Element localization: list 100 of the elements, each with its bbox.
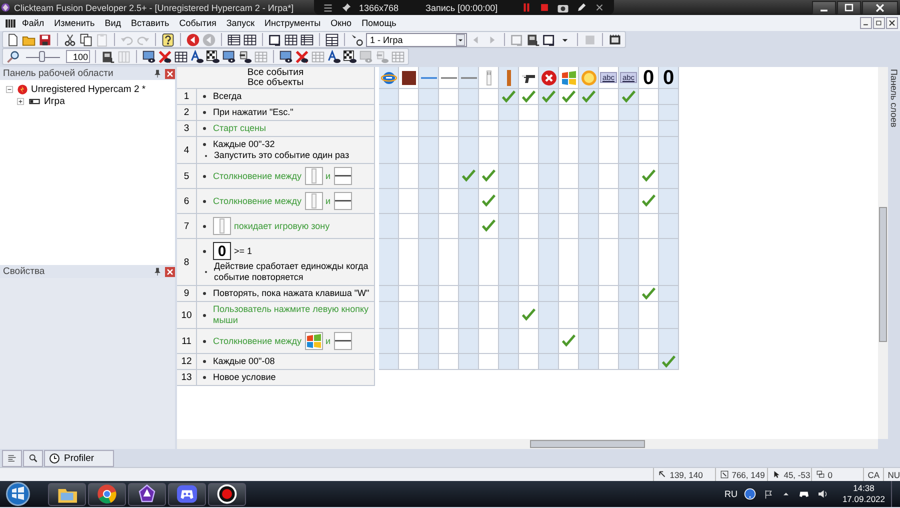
action-cell[interactable]	[519, 214, 539, 239]
action-cell[interactable]	[559, 105, 579, 121]
action-cell[interactable]	[439, 302, 459, 329]
condition-text[interactable]: Действие сработает единожды когда событие повторяется	[214, 261, 371, 283]
clock-time[interactable]: 14:38	[853, 483, 874, 494]
action-cell[interactable]	[539, 302, 559, 329]
monitor-icon[interactable]	[279, 50, 293, 64]
action-cell[interactable]	[539, 354, 559, 370]
pencil-icon[interactable]	[576, 2, 587, 13]
taskbar-button[interactable]	[88, 482, 126, 506]
action-cell[interactable]	[539, 105, 559, 121]
action-cell[interactable]	[439, 105, 459, 121]
slider-thumb[interactable]	[38, 50, 45, 62]
copy-icon[interactable]	[79, 32, 93, 46]
monitor-icon[interactable]	[222, 50, 236, 64]
object-icon[interactable]	[304, 332, 323, 350]
action-cell[interactable]	[639, 105, 659, 121]
condition-text[interactable]: Запустить это событие один раз	[214, 150, 350, 161]
tree-item[interactable]: Игра	[44, 96, 65, 106]
action-cell[interactable]	[599, 105, 619, 121]
layers-panel-tab[interactable]: Панель слоев	[888, 69, 900, 128]
action-cell[interactable]	[419, 121, 439, 137]
action-cell[interactable]	[459, 329, 479, 354]
action-cell[interactable]	[519, 329, 539, 354]
action-cell[interactable]	[459, 239, 479, 286]
action-cell[interactable]	[439, 89, 459, 105]
action-cell[interactable]	[659, 89, 679, 105]
taskbar-button[interactable]	[48, 482, 86, 506]
action-cell[interactable]	[639, 239, 659, 286]
action-cell[interactable]	[559, 137, 579, 164]
window-menu-icon[interactable]	[4, 16, 17, 30]
action-cell[interactable]	[419, 354, 439, 370]
storyboard-icon[interactable]	[101, 50, 115, 64]
action-cell[interactable]	[559, 214, 579, 239]
delete-icon[interactable]	[295, 50, 309, 64]
action-cell[interactable]	[639, 137, 659, 164]
action-cell[interactable]	[579, 189, 599, 214]
action-cell[interactable]	[659, 189, 679, 214]
action-cell[interactable]	[419, 189, 439, 214]
action-cell[interactable]	[459, 286, 479, 302]
action-cell[interactable]	[639, 189, 659, 214]
action-cell[interactable]	[559, 329, 579, 354]
frame-dropdown[interactable]: 1 - Игра	[366, 32, 467, 46]
monitor-icon[interactable]	[142, 50, 156, 64]
action-cell[interactable]	[659, 164, 679, 189]
storyboard-icon[interactable]	[526, 32, 540, 46]
taskbar-button[interactable]	[168, 482, 206, 506]
action-cell[interactable]	[419, 329, 439, 354]
action-cell[interactable]	[459, 354, 479, 370]
action-cell[interactable]	[459, 189, 479, 214]
object-icon[interactable]	[334, 192, 352, 210]
expand-icon[interactable]	[16, 96, 25, 106]
action-cell[interactable]	[379, 286, 399, 302]
action-cell[interactable]	[499, 354, 519, 370]
action-cell[interactable]	[479, 302, 499, 329]
menu-item[interactable]: Запуск	[221, 18, 260, 28]
action-cell[interactable]	[499, 239, 519, 286]
action-cell[interactable]	[579, 354, 599, 370]
action-cell[interactable]	[599, 302, 619, 329]
action-cell[interactable]	[499, 189, 519, 214]
action-cell[interactable]	[639, 121, 659, 137]
menu-item[interactable]: Вид	[100, 18, 126, 28]
action-cell[interactable]	[519, 354, 539, 370]
vertical-scrollbar[interactable]	[878, 67, 888, 439]
grid-icon[interactable]	[243, 32, 257, 46]
action-cell[interactable]	[539, 239, 559, 286]
action-cell[interactable]	[539, 329, 559, 354]
action-cell[interactable]	[559, 239, 579, 286]
action-cell[interactable]	[499, 329, 519, 354]
action-cell[interactable]	[599, 354, 619, 370]
arrow-icon[interactable]	[238, 50, 252, 64]
action-cell[interactable]	[619, 329, 639, 354]
action-cell[interactable]	[499, 137, 519, 164]
action-cell[interactable]	[379, 302, 399, 329]
action-cell[interactable]	[579, 239, 599, 286]
action-cell[interactable]	[499, 121, 519, 137]
action-cell[interactable]	[439, 214, 459, 239]
frame-icon[interactable]	[542, 32, 556, 46]
menu-item[interactable]: Помощь	[356, 18, 402, 28]
action-cell[interactable]	[639, 214, 659, 239]
action-cell[interactable]	[559, 121, 579, 137]
action-cell[interactable]	[519, 302, 539, 329]
action-cell[interactable]	[439, 164, 459, 189]
action-cell[interactable]	[599, 286, 619, 302]
action-cell[interactable]	[579, 302, 599, 329]
close-icon[interactable]	[862, 0, 898, 14]
action-cell[interactable]	[519, 164, 539, 189]
list-icon[interactable]	[300, 32, 314, 46]
object-icon[interactable]	[334, 332, 352, 350]
action-cell[interactable]	[559, 164, 579, 189]
action-cell[interactable]	[539, 137, 559, 164]
action-cell[interactable]	[399, 137, 419, 164]
action-cell[interactable]	[559, 89, 579, 105]
action-cell[interactable]	[399, 239, 419, 286]
action-cell[interactable]	[579, 164, 599, 189]
action-cell[interactable]	[579, 286, 599, 302]
film-icon[interactable]	[608, 32, 622, 46]
object-icon[interactable]	[334, 167, 352, 185]
condition-text[interactable]: Всегда	[213, 91, 242, 102]
action-cell[interactable]	[459, 89, 479, 105]
